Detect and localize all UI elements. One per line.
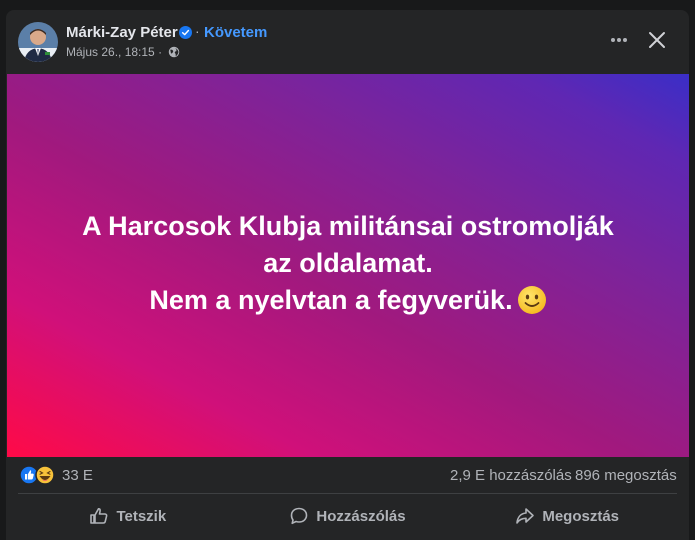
post-text-line-3: Nem a nyelvtan a fegyverük. [149,285,513,315]
like-button[interactable]: Tetszik [18,496,238,536]
more-options-icon[interactable] [604,28,634,52]
timestamp-text[interactable]: Május 26., 18:15 [66,45,155,59]
post-text: A Harcosok Klubja militánsai ostromolják… [82,208,614,319]
comment-label: Hozzászólás [316,507,406,525]
post-text-line-3-wrap: Nem a nyelvtan a fegyverük. [82,282,614,319]
post-stats-bar: 33 E 2,9 E hozzászólás 896 megosztás [6,457,689,493]
meta-separator: · [158,45,163,59]
comment-icon [291,507,308,525]
haha-reaction-icon [35,465,55,485]
share-label: Megosztás [542,507,620,525]
close-icon[interactable] [645,28,669,52]
verified-badge-icon [179,26,192,39]
post-timestamp[interactable]: Május 26., 18:15 · [66,45,162,59]
reactions-summary[interactable] [19,465,59,485]
share-arrow-icon [516,508,535,524]
thumbs-up-icon [90,507,108,524]
comments-count[interactable]: 2,9 E hozzászólás [450,467,572,484]
share-button[interactable]: Megosztás [457,496,677,536]
shares-count[interactable]: 896 megosztás [575,467,677,484]
post-actions: Tetszik Hozzászólás Megosztás [18,496,677,536]
globe-icon[interactable] [168,46,180,58]
reaction-count[interactable]: 33 E [62,467,93,484]
slightly-smiling-face-emoji [517,286,546,314]
author-name[interactable]: Márki-Zay Péter [66,24,178,41]
follow-button[interactable]: Követem [204,24,267,41]
post-card: Márki-Zay Péter · Követem Május 26., 18:… [6,10,689,540]
post-text-line-2: az oldalamat. [263,248,433,278]
post-text-line-1: A Harcosok Klubja militánsai ostromolják [82,211,614,241]
author-avatar[interactable] [18,22,58,62]
comment-button[interactable]: Hozzászólás [238,496,458,536]
post-background-banner[interactable]: A Harcosok Klubja militánsai ostromolják… [7,74,689,457]
like-label: Tetszik [116,507,167,525]
post-header: Márki-Zay Péter · Követem Május 26., 18:… [6,10,689,74]
header-separator: · [195,23,200,39]
divider [18,493,677,494]
